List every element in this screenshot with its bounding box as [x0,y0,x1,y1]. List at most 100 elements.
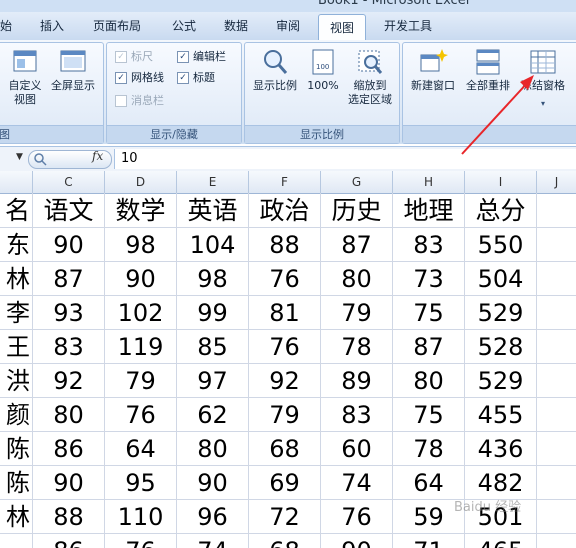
table-cell[interactable]: 林 [0,499,33,533]
table-cell[interactable]: 75 [393,295,465,329]
column-header[interactable]: H [393,171,465,193]
header-cell[interactable]: 语文 [33,193,105,227]
tab-developer[interactable]: 开发工具 [384,12,432,40]
message-bar-checkbox[interactable]: 消息栏 [115,93,164,109]
table-cell[interactable]: 88 [249,227,321,261]
formula-bar-checkbox[interactable]: ✓ 编辑栏 [177,49,226,65]
custom-view-button[interactable]: 自定义 视图 [5,47,45,107]
column-header[interactable]: J [537,171,576,193]
tab-formulas[interactable]: 公式 [172,12,196,40]
table-cell[interactable]: 74 [177,533,249,548]
column-header[interactable]: D [105,171,177,193]
table-cell[interactable]: 80 [33,397,105,431]
table-cell[interactable] [537,431,576,465]
table-cell[interactable]: 96 [177,499,249,533]
table-cell[interactable]: 92 [249,363,321,397]
table-cell[interactable]: 90 [33,465,105,499]
header-cell[interactable]: 总分 [465,193,537,227]
zoom-selection-button[interactable]: 缩放到 选定区域 [343,47,397,107]
table-cell[interactable]: 87 [33,261,105,295]
table-cell[interactable]: 73 [393,261,465,295]
table-cell[interactable]: 88 [33,499,105,533]
column-header[interactable]: G [321,171,393,193]
table-cell[interactable]: 93 [33,295,105,329]
table-cell[interactable]: 87 [321,227,393,261]
table-cell[interactable]: 119 [105,329,177,363]
formula-input[interactable]: 10 [114,149,576,169]
table-cell[interactable]: 王 [0,329,33,363]
table-cell[interactable]: 64 [105,431,177,465]
table-cell[interactable]: 87 [393,329,465,363]
table-cell[interactable]: 528 [465,329,537,363]
table-cell[interactable]: 68 [249,533,321,548]
header-cell[interactable]: 英语 [177,193,249,227]
tab-page-layout[interactable]: 页面布局 [93,12,141,40]
table-cell[interactable]: 85 [177,329,249,363]
tab-data[interactable]: 数据 [224,12,248,40]
table-cell[interactable]: 83 [321,397,393,431]
table-cell[interactable]: 陈 [0,431,33,465]
table-cell[interactable] [0,533,33,548]
table-cell[interactable]: 86 [33,533,105,548]
table-cell[interactable]: 436 [465,431,537,465]
table-cell[interactable]: 颜 [0,397,33,431]
insert-function-button[interactable]: fx [92,149,103,163]
table-cell[interactable]: 东 [0,227,33,261]
table-cell[interactable]: 79 [249,397,321,431]
header-cell[interactable]: 名 [0,193,33,227]
table-cell[interactable] [537,533,576,548]
table-cell[interactable]: 79 [105,363,177,397]
table-cell[interactable]: 76 [249,261,321,295]
table-cell[interactable] [537,227,576,261]
table-cell[interactable]: 林 [0,261,33,295]
table-cell[interactable]: 90 [33,227,105,261]
column-header[interactable]: F [249,171,321,193]
table-cell[interactable]: 陈 [0,465,33,499]
table-cell[interactable]: 80 [177,431,249,465]
header-cell[interactable]: 历史 [321,193,393,227]
table-cell[interactable]: 104 [177,227,249,261]
headings-checkbox[interactable]: ✓ 标题 [177,70,215,86]
table-cell[interactable]: 76 [249,329,321,363]
table-cell[interactable]: 465 [465,533,537,548]
table-cell[interactable]: 68 [249,431,321,465]
table-cell[interactable]: 99 [177,295,249,329]
table-cell[interactable] [537,261,576,295]
table-cell[interactable]: 97 [177,363,249,397]
table-cell[interactable]: 482 [465,465,537,499]
table-cell[interactable]: 92 [33,363,105,397]
name-box-dropdown-icon[interactable]: ▼ [16,152,23,162]
table-cell[interactable]: 78 [321,329,393,363]
table-cell[interactable]: 90 [177,465,249,499]
table-cell[interactable] [537,499,576,533]
table-cell[interactable]: 60 [321,431,393,465]
table-cell[interactable]: 76 [321,499,393,533]
table-cell[interactable]: 98 [177,261,249,295]
table-cell[interactable]: 72 [249,499,321,533]
tab-home[interactable]: 始 [0,12,12,40]
table-cell[interactable]: 529 [465,295,537,329]
header-cell[interactable]: 数学 [105,193,177,227]
table-cell[interactable]: 455 [465,397,537,431]
table-cell[interactable]: 80 [321,261,393,295]
tab-review[interactable]: 审阅 [276,12,300,40]
table-cell[interactable] [537,465,576,499]
column-header[interactable]: E [177,171,249,193]
header-cell[interactable]: 政治 [249,193,321,227]
table-cell[interactable]: 90 [105,261,177,295]
table-cell[interactable]: 83 [393,227,465,261]
table-cell[interactable]: 98 [105,227,177,261]
zoom-button[interactable]: 显示比例 [249,47,301,93]
table-cell[interactable]: 89 [321,363,393,397]
table-cell[interactable]: 64 [393,465,465,499]
table-cell[interactable]: 76 [105,397,177,431]
table-cell[interactable]: 75 [393,397,465,431]
table-cell[interactable]: 69 [249,465,321,499]
table-cell[interactable]: 李 [0,295,33,329]
arrange-all-button[interactable]: 全部重排 [461,47,515,93]
table-cell[interactable] [537,363,576,397]
table-cell[interactable]: 90 [321,533,393,548]
header-cell[interactable]: 地理 [393,193,465,227]
table-cell[interactable]: 78 [393,431,465,465]
header-cell[interactable] [537,193,576,227]
